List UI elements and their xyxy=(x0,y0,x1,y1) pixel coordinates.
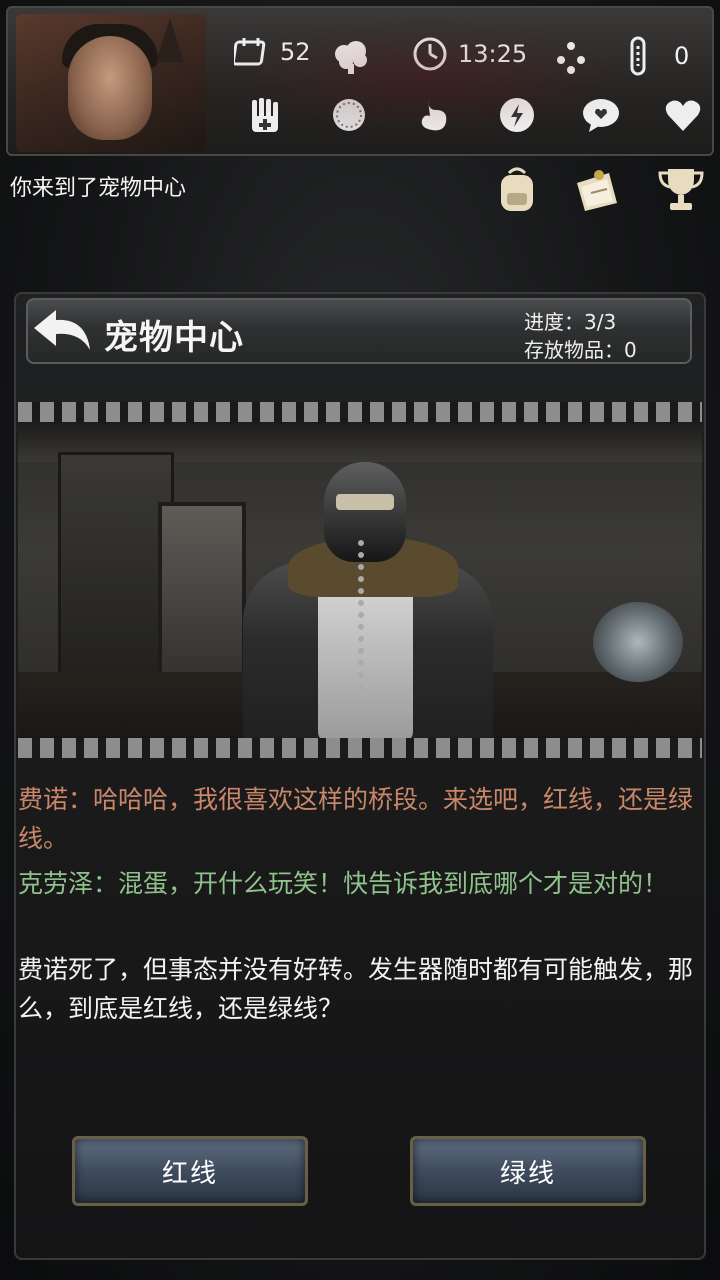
character-portrait[interactable] xyxy=(16,14,206,152)
progress-label: 进度：3/3 xyxy=(524,310,617,334)
brain-cloud-icon xyxy=(335,41,367,74)
notes-icon xyxy=(577,170,617,211)
hunger-status[interactable] xyxy=(412,94,454,136)
panel-progress-info: 进度：3/3 存放物品：0 xyxy=(524,308,637,364)
choice-green-wire-button[interactable]: 绿线 xyxy=(410,1136,646,1206)
hand-medical-icon xyxy=(252,98,278,132)
energy-icon xyxy=(500,98,534,132)
energy-status[interactable] xyxy=(496,94,538,136)
surgical-lamp xyxy=(593,602,683,682)
thermometer-icon xyxy=(630,36,646,76)
dialogue-line-krauser: 克劳泽：混蛋，开什么玩笑！快告诉我到底哪个才是对的！ xyxy=(18,869,669,898)
health-status[interactable] xyxy=(244,94,286,136)
film-perforation-top xyxy=(18,402,702,422)
trophy-icon xyxy=(658,169,704,210)
status-header: 52 13:25 0 xyxy=(6,6,714,156)
clock-icon xyxy=(413,37,447,71)
location-message: 你来到了宠物中心 xyxy=(10,176,187,201)
narration-text: 费诺死了，但事态并没有好转。发生器随时都有可能触发，那么，到底是红线，还是绿线？ xyxy=(18,955,694,1023)
portrait-face xyxy=(68,36,152,140)
film-perforation-bottom xyxy=(18,738,702,758)
dialogue-line-feino: 费诺：哈哈哈，我很喜欢这样的桥段。来选吧，红线，还是绿线。 xyxy=(18,785,694,853)
stomach-icon xyxy=(421,100,447,131)
mood-status[interactable] xyxy=(580,94,622,136)
days-stat: 52 xyxy=(234,36,311,68)
back-arrow-icon xyxy=(34,310,90,350)
achievements-button[interactable] xyxy=(656,164,706,214)
scene-window xyxy=(158,502,246,680)
stored-items-label: 存放物品：0 xyxy=(524,338,637,362)
calendar-icon xyxy=(234,38,266,66)
time-value: 13:25 xyxy=(458,40,528,68)
mood-icon xyxy=(583,99,619,132)
choice-red-wire-button[interactable]: 红线 xyxy=(72,1136,308,1206)
scene-illustration xyxy=(18,402,702,758)
soldier-goggles xyxy=(336,494,394,510)
heart-icon xyxy=(665,100,701,131)
scene-image xyxy=(18,422,702,738)
notes-button[interactable] xyxy=(572,164,622,214)
virus-icon xyxy=(333,99,365,131)
back-button[interactable] xyxy=(30,306,94,358)
weather-indicator[interactable] xyxy=(550,36,592,78)
vitality-status[interactable] xyxy=(662,94,704,136)
backpack-icon xyxy=(501,167,533,211)
backpack-button[interactable] xyxy=(492,164,542,214)
snowflake-icon xyxy=(557,42,585,74)
time-stat: 13:25 xyxy=(412,36,527,72)
panel-title: 宠物中心 xyxy=(104,318,244,358)
sanity-indicator[interactable] xyxy=(330,36,372,78)
infection-status[interactable] xyxy=(328,94,370,136)
days-value: 52 xyxy=(280,38,311,66)
temperature-value: 0 xyxy=(674,42,690,70)
temperature-stat: 0 xyxy=(626,36,689,76)
gas-mask-hose xyxy=(358,540,378,690)
portrait-dog-ear xyxy=(156,18,184,62)
